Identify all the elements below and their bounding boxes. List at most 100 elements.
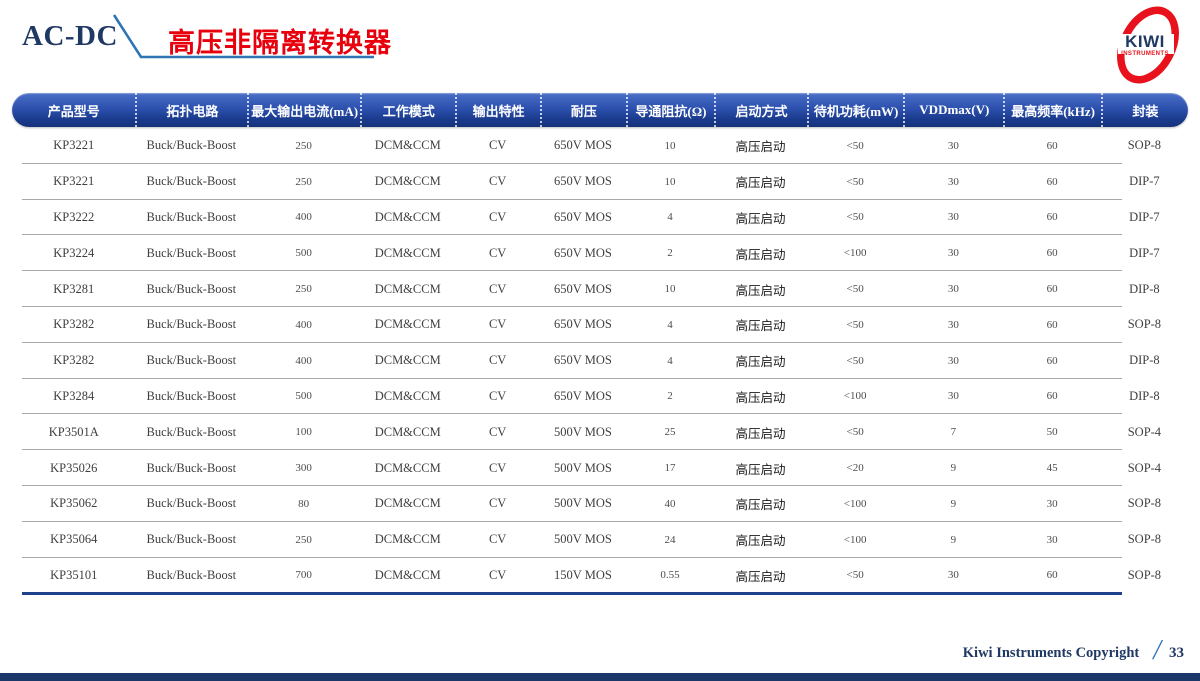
table-cell: DIP-7 [1101, 174, 1188, 189]
table-cell: 4 [626, 355, 714, 367]
table-cell: SOP-4 [1101, 461, 1188, 476]
table-cell: 500V MOS [540, 425, 626, 440]
table-cell: KP35101 [12, 568, 135, 583]
footer: Kiwi Instruments Copyright / 33 [963, 639, 1184, 667]
table-cell: DIP-8 [1101, 282, 1188, 297]
table-cell: CV [455, 532, 540, 547]
table-cell: <50 [807, 426, 903, 438]
table-cell: DCM&CCM [360, 317, 455, 332]
table-cell: CV [455, 389, 540, 404]
table-cell: Buck/Buck-Boost [135, 138, 247, 153]
page-title: 高压非隔离转换器 [168, 21, 392, 60]
table-cell: CV [455, 353, 540, 368]
table-cell: 250 [247, 140, 360, 152]
table-cell: 650V MOS [540, 317, 626, 332]
table-cell: Buck/Buck-Boost [135, 461, 247, 476]
table-cell: CV [455, 174, 540, 189]
table-cell: 60 [1003, 247, 1101, 259]
table-cell: 30 [903, 569, 1003, 581]
table-row: KP3282Buck/Buck-Boost400DCM&CCMCV650V MO… [12, 307, 1188, 343]
table-cell: 400 [247, 319, 360, 331]
table-cell: KP35062 [12, 496, 135, 511]
table-cell: KP35026 [12, 461, 135, 476]
column-header: 待机功耗(mW) [807, 93, 903, 127]
table-cell: <100 [807, 498, 903, 510]
table-cell: SOP-8 [1101, 568, 1188, 583]
table-cell: <50 [807, 211, 903, 223]
table-cell: SOP-8 [1101, 496, 1188, 511]
table-cell: CV [455, 317, 540, 332]
table-cell: 60 [1003, 319, 1101, 331]
column-header: 输出特性 [455, 93, 540, 127]
table-cell: Buck/Buck-Boost [135, 532, 247, 547]
table-cell: <50 [807, 140, 903, 152]
table-cell: <50 [807, 319, 903, 331]
table-cell: 高压启动 [714, 530, 807, 549]
table-cell: 24 [626, 534, 714, 546]
table-cell: 高压启动 [714, 172, 807, 191]
table-cell: DCM&CCM [360, 138, 455, 153]
table-cell: Buck/Buck-Boost [135, 568, 247, 583]
table-cell: CV [455, 138, 540, 153]
table-cell: DCM&CCM [360, 389, 455, 404]
table-row: KP3282Buck/Buck-Boost400DCM&CCMCV650V MO… [12, 343, 1188, 379]
table-cell: 250 [247, 283, 360, 295]
table-cell: 100 [247, 426, 360, 438]
table-row: KP3222Buck/Buck-Boost400DCM&CCMCV650V MO… [12, 200, 1188, 236]
table-cell: 650V MOS [540, 282, 626, 297]
column-header: 拓扑电路 [135, 93, 247, 127]
table-cell: KP3282 [12, 353, 135, 368]
table-header-row: 产品型号拓扑电路最大输出电流(mA)工作模式输出特性耐压导通阻抗(Ω)启动方式待… [12, 93, 1188, 127]
table-row: KP3224Buck/Buck-Boost500DCM&CCMCV650V MO… [12, 235, 1188, 271]
table-row: KP3281Buck/Buck-Boost250DCM&CCMCV650V MO… [12, 271, 1188, 307]
table-cell: 高压启动 [714, 459, 807, 478]
table-cell: <50 [807, 569, 903, 581]
table-cell: DCM&CCM [360, 568, 455, 583]
table-cell: 高压启动 [714, 351, 807, 370]
table-cell: 60 [1003, 283, 1101, 295]
table-cell: 0.55 [626, 569, 714, 581]
table-cell: 250 [247, 534, 360, 546]
column-header: 耐压 [540, 93, 626, 127]
table-row: KP35101Buck/Buck-Boost700DCM&CCMCV150V M… [12, 558, 1188, 594]
product-table: 产品型号拓扑电路最大输出电流(mA)工作模式输出特性耐压导通阻抗(Ω)启动方式待… [12, 93, 1188, 593]
table-cell: 650V MOS [540, 210, 626, 225]
table-cell: 10 [626, 140, 714, 152]
table-cell: DIP-8 [1101, 389, 1188, 404]
table-cell: KP3501A [12, 425, 135, 440]
table-cell: 高压启动 [714, 387, 807, 406]
column-header: 最高频率(kHz) [1003, 93, 1101, 127]
table-body: KP3221Buck/Buck-Boost250DCM&CCMCV650V MO… [12, 128, 1188, 593]
table-cell: SOP-8 [1101, 532, 1188, 547]
table-row: KP3284Buck/Buck-Boost500DCM&CCMCV650V MO… [12, 379, 1188, 415]
table-cell: 50 [1003, 426, 1101, 438]
table-cell: 30 [903, 211, 1003, 223]
table-cell: 500 [247, 390, 360, 402]
logo-subtitle-text: INSTRUMENTS [1121, 51, 1169, 57]
table-cell: DCM&CCM [360, 461, 455, 476]
table-cell: 500V MOS [540, 496, 626, 511]
table-cell: Buck/Buck-Boost [135, 210, 247, 225]
table-cell: 500V MOS [540, 532, 626, 547]
table-cell: 40 [626, 498, 714, 510]
table-cell: 30 [903, 247, 1003, 259]
category-label: AC-DC [22, 20, 118, 53]
table-cell: 10 [626, 283, 714, 295]
table-cell: <50 [807, 355, 903, 367]
table-cell: <20 [807, 462, 903, 474]
table-cell: DCM&CCM [360, 282, 455, 297]
table-cell: KP3221 [12, 174, 135, 189]
table-cell: 60 [1003, 140, 1101, 152]
table-cell: 700 [247, 569, 360, 581]
table-cell: 9 [903, 498, 1003, 510]
table-cell: 30 [1003, 534, 1101, 546]
table-row: KP3221Buck/Buck-Boost250DCM&CCMCV650V MO… [12, 128, 1188, 164]
table-cell: 9 [903, 534, 1003, 546]
table-cell: 30 [903, 140, 1003, 152]
table-cell: 650V MOS [540, 353, 626, 368]
table-cell: 高压启动 [714, 280, 807, 299]
table-cell: 400 [247, 211, 360, 223]
column-header: 产品型号 [12, 93, 135, 127]
table-cell: 高压启动 [714, 494, 807, 513]
table-cell: 650V MOS [540, 246, 626, 261]
